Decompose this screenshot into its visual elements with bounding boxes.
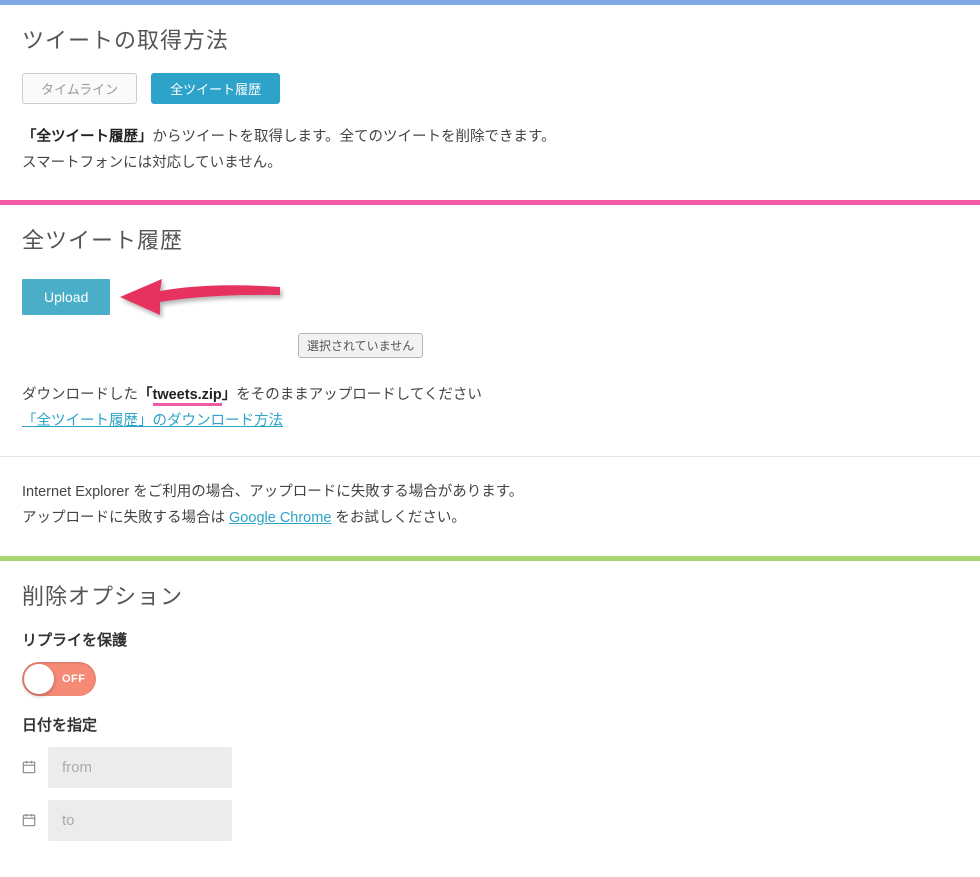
date-to-row [22, 800, 958, 841]
protect-replies-label: リプライを保護 [22, 629, 958, 650]
date-from-input[interactable] [48, 747, 232, 788]
ie-warning-text: Internet Explorer をご利用の場合、アップロードに失敗する場合が… [22, 479, 958, 505]
section-archive-upload: 全ツイート履歴 Upload 選択されていません ダウンロードした「tweets… [0, 205, 980, 555]
thin-divider [0, 456, 980, 457]
upload-instruction: ダウンロードした「tweets.zip」をそのままアップロードしてください [22, 382, 958, 408]
download-method-link[interactable]: 「全ツイート履歴」のダウンロード方法 [22, 413, 283, 429]
method-description-bold: 「全ツイート履歴」 [22, 129, 153, 145]
zip-filename: tweets.zip [153, 387, 222, 406]
section-heading: ツイートの取得方法 [22, 23, 958, 55]
method-description-line2: スマートフォンには対応していません。 [22, 150, 958, 176]
calendar-icon [22, 760, 36, 774]
toggle-knob [24, 664, 54, 694]
date-to-input[interactable] [48, 800, 232, 841]
google-chrome-link[interactable]: Google Chrome [229, 510, 331, 526]
section-heading-options: 削除オプション [22, 579, 958, 611]
section-get-method: ツイートの取得方法 タイムライン 全ツイート履歴 「全ツイート履歴」からツイート… [0, 5, 980, 200]
method-description-line1: 「全ツイート履歴」からツイートを取得します。全てのツイートを削除できます。 [22, 124, 958, 150]
date-range-label: 日付を指定 [22, 714, 958, 735]
section-heading-archive: 全ツイート履歴 [22, 223, 958, 255]
tab-archive[interactable]: 全ツイート履歴 [151, 73, 280, 104]
tab-timeline[interactable]: タイムライン [22, 73, 137, 104]
tab-row: タイムライン 全ツイート履歴 [22, 73, 958, 104]
file-selection-status: 選択されていません [298, 333, 423, 358]
protect-replies-toggle[interactable]: OFF [22, 662, 96, 696]
section-delete-options: 削除オプション リプライを保護 OFF 日付を指定 [0, 561, 980, 877]
upload-row: Upload [22, 273, 958, 321]
chrome-suggestion: アップロードに失敗する場合は Google Chrome をお試しください。 [22, 505, 958, 531]
pointer-arrow-icon [110, 269, 290, 321]
upload-button[interactable]: Upload [22, 279, 110, 315]
calendar-icon [22, 813, 36, 827]
toggle-off-label: OFF [62, 673, 86, 685]
date-from-row [22, 747, 958, 788]
